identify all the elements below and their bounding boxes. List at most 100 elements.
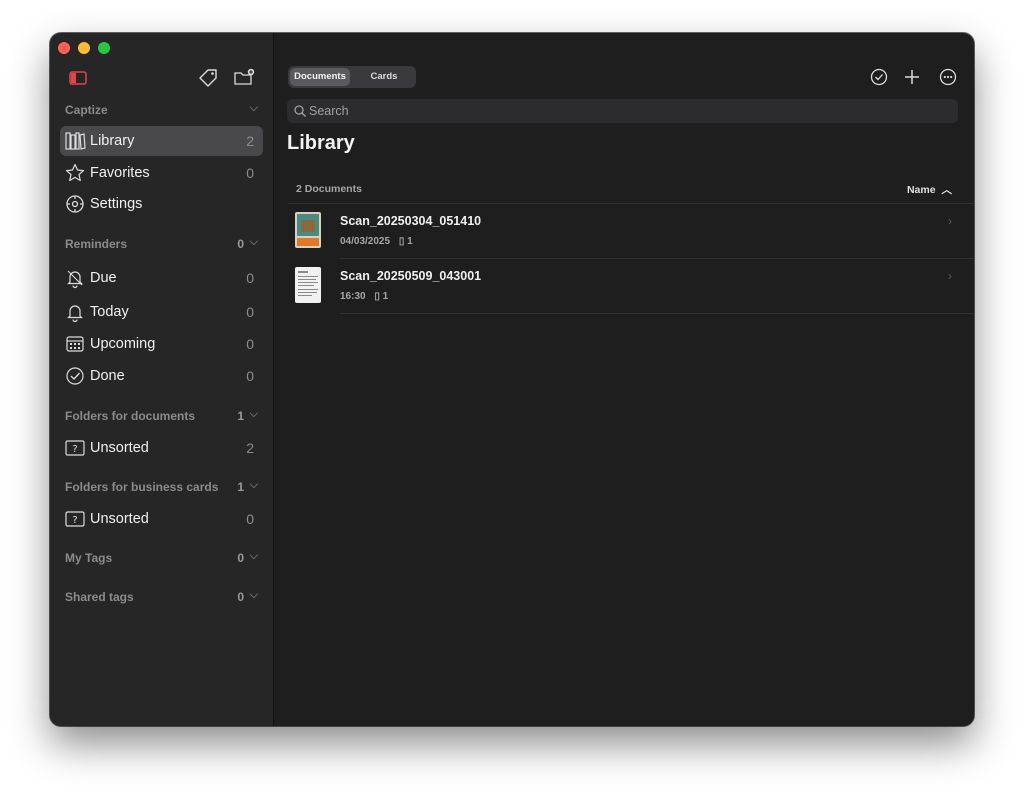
chevron-down-icon[interactable]: ⌵ <box>250 479 258 492</box>
chevron-down-icon[interactable]: ⌵ <box>250 589 258 602</box>
close-window-button[interactable] <box>58 42 70 54</box>
page-title: Library <box>287 132 355 154</box>
zoom-window-button[interactable] <box>98 42 110 54</box>
list-item[interactable]: Scan_20250509_043001 16:30 ▯ 1 › <box>288 259 974 313</box>
section-reminders[interactable]: Reminders 0 ⌵ <box>65 236 258 253</box>
tag-icon[interactable] <box>197 67 219 89</box>
section-folders-cards[interactable]: Folders for business cards 1 ⌵ <box>65 479 258 496</box>
chevron-down-icon[interactable]: ⌵ <box>250 102 258 115</box>
document-name: Scan_20250304_051410 <box>340 214 482 228</box>
item-count: 2 <box>246 440 254 456</box>
select-checkmark-icon[interactable] <box>868 66 890 88</box>
item-count: 0 <box>246 511 254 527</box>
question-folder-icon: ? <box>64 437 86 459</box>
document-thumbnail <box>295 212 321 248</box>
search-field <box>287 99 958 123</box>
document-date: 04/03/2025 <box>340 236 391 247</box>
page-count: 1 <box>382 291 389 302</box>
chevron-up-icon: ︿ <box>941 184 953 196</box>
search-icon <box>293 104 307 118</box>
question-folder-icon: ? <box>64 508 86 530</box>
checkmark-circle-icon <box>64 365 86 387</box>
sidebar-item-label: Unsorted <box>90 511 149 527</box>
document-type-segmented-control: Documents Cards <box>288 66 416 88</box>
chevron-right-icon: › <box>948 269 952 283</box>
app-window: Captize ⌵ Library 2 Favorites 0 Settings… <box>50 33 974 726</box>
add-icon[interactable] <box>901 66 923 88</box>
svg-text:?: ? <box>72 444 77 455</box>
chevron-right-icon: › <box>948 214 952 228</box>
sidebar-item-label: Upcoming <box>90 336 156 352</box>
section-count: 1 <box>237 409 244 423</box>
section-title: Captize <box>65 103 108 117</box>
chevron-down-icon[interactable]: ⌵ <box>250 408 258 421</box>
sidebar-item-label: Today <box>90 304 129 320</box>
search-input[interactable] <box>309 99 939 123</box>
section-title: Folders for documents <box>65 409 196 423</box>
tab-documents[interactable]: Documents <box>290 68 350 86</box>
sidebar-item-label: Settings <box>90 196 143 212</box>
section-title: Folders for business cards <box>65 480 219 494</box>
page-icon: ▯ <box>398 236 405 247</box>
star-icon <box>64 162 86 184</box>
section-title: Reminders <box>65 237 128 251</box>
window-controls <box>58 42 110 54</box>
section-folders-documents[interactable]: Folders for documents 1 ⌵ <box>65 408 258 425</box>
section-count: 0 <box>237 590 244 604</box>
item-count: 0 <box>246 368 254 384</box>
sidebar-item-label: Unsorted <box>90 440 149 456</box>
divider <box>340 313 974 314</box>
document-name: Scan_20250509_043001 <box>340 269 482 283</box>
minimize-window-button[interactable] <box>78 42 90 54</box>
calendar-icon <box>64 333 86 355</box>
sidebar-item-library[interactable]: Library 2 <box>60 126 263 156</box>
document-count: 2 Documents <box>296 183 362 195</box>
bell-slash-icon <box>64 267 86 289</box>
chevron-down-icon[interactable]: ⌵ <box>250 236 258 249</box>
list-item[interactable]: Scan_20250304_051410 04/03/2025 ▯ 1 › <box>288 204 974 258</box>
document-thumbnail <box>295 267 321 303</box>
sort-label: Name <box>906 184 936 196</box>
sidebar-toggle-icon[interactable] <box>67 67 89 89</box>
item-count: 0 <box>246 165 254 181</box>
sidebar-item-label: Due <box>90 270 117 286</box>
section-captize[interactable]: Captize ⌵ <box>65 102 258 119</box>
sidebar-item-favorites[interactable]: Favorites 0 <box>60 158 263 188</box>
sidebar: Captize ⌵ Library 2 Favorites 0 Settings… <box>50 33 274 726</box>
new-folder-icon[interactable] <box>233 67 255 89</box>
item-count: 2 <box>246 133 254 149</box>
document-meta: 16:30 ▯ 1 <box>340 291 388 302</box>
books-icon <box>64 130 86 152</box>
gear-icon <box>64 193 86 215</box>
sidebar-item-label: Library <box>90 133 135 149</box>
section-count: 0 <box>237 551 244 565</box>
section-my-tags[interactable]: My Tags 0 ⌵ <box>65 550 258 567</box>
sidebar-item-upcoming[interactable]: Upcoming 0 <box>60 329 263 359</box>
section-count: 1 <box>237 480 244 494</box>
section-title: Shared tags <box>65 590 134 604</box>
sidebar-item-unsorted-documents[interactable]: ? Unsorted 2 <box>60 433 263 463</box>
tab-cards[interactable]: Cards <box>354 68 414 86</box>
svg-text:?: ? <box>72 515 77 526</box>
page-count: 1 <box>407 236 413 247</box>
main-content: Documents Cards Library 2 Documents Name… <box>274 33 974 726</box>
item-count: 0 <box>246 304 254 320</box>
item-count: 0 <box>246 270 254 286</box>
section-shared-tags[interactable]: Shared tags 0 ⌵ <box>65 589 258 606</box>
page-icon: ▯ <box>374 291 380 302</box>
sidebar-item-unsorted-cards[interactable]: ? Unsorted 0 <box>60 504 263 534</box>
sidebar-item-settings[interactable]: Settings <box>60 189 263 219</box>
sidebar-item-label: Favorites <box>90 165 150 181</box>
chevron-down-icon[interactable]: ⌵ <box>250 550 258 563</box>
sort-by-name-button[interactable]: Name ︿ <box>907 182 952 197</box>
bell-icon <box>64 301 86 323</box>
sidebar-item-done[interactable]: Done 0 <box>60 361 263 391</box>
sidebar-item-due[interactable]: Due 0 <box>60 263 263 293</box>
item-count: 0 <box>246 336 254 352</box>
more-options-icon[interactable] <box>937 66 959 88</box>
sidebar-item-today[interactable]: Today 0 <box>60 297 263 327</box>
document-meta: 04/03/2025 ▯ 1 <box>340 236 413 247</box>
document-date: 16:30 <box>340 291 366 302</box>
section-count: 0 <box>237 237 244 251</box>
section-title: My Tags <box>65 551 113 565</box>
